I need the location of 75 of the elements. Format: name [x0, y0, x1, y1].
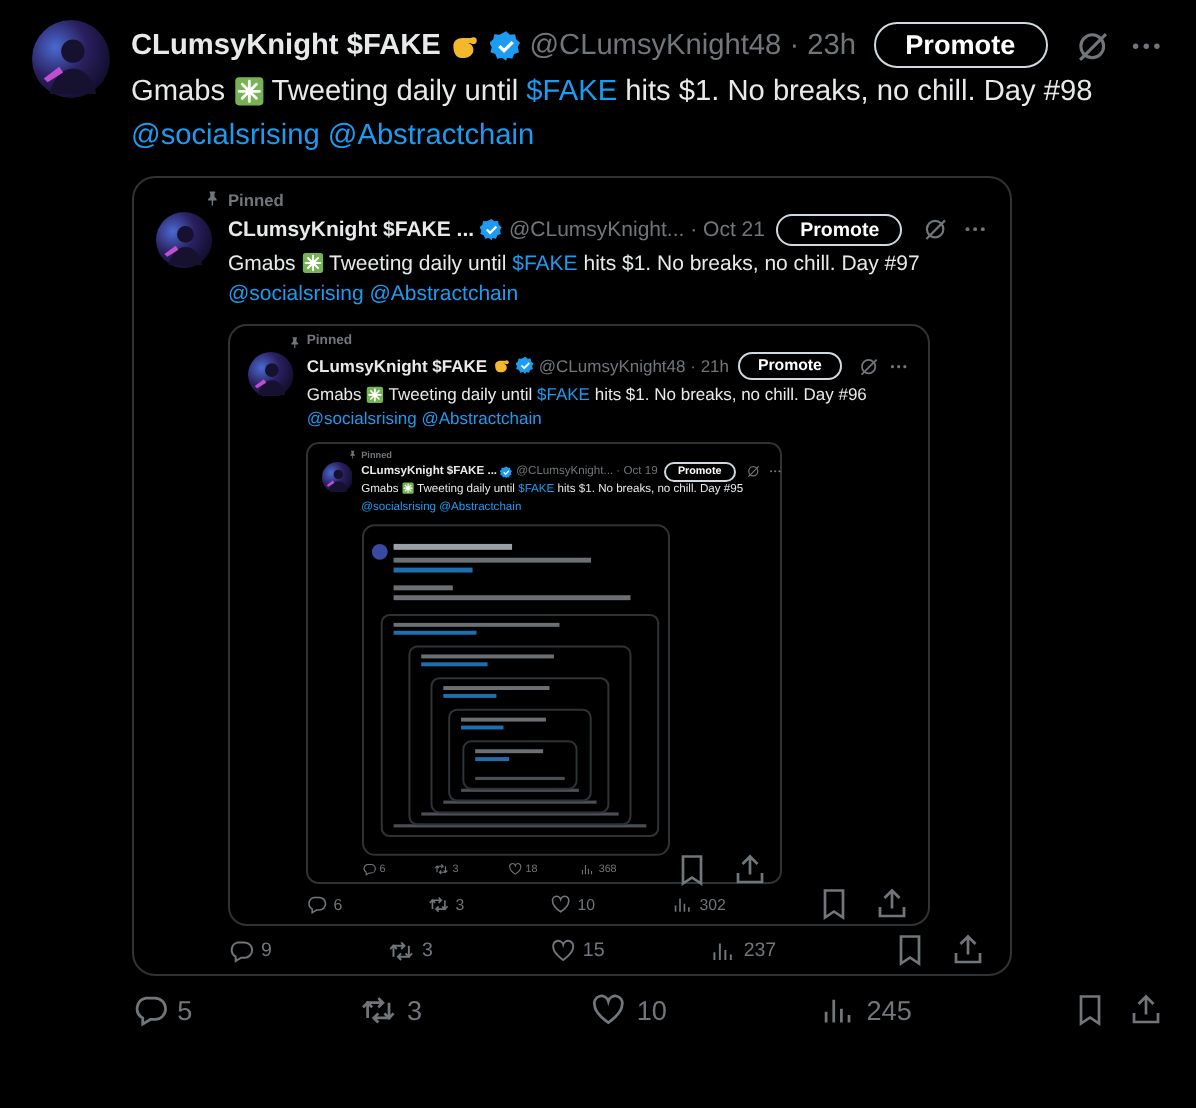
promote-button[interactable]: Promote [873, 22, 1048, 68]
slashed-circle-icon[interactable] [857, 355, 879, 377]
quoted-tweet-card[interactable] [227, 324, 930, 926]
reply-icon [131, 992, 168, 1030]
cashtag-link[interactable]: $FAKE [537, 384, 590, 405]
mention-link[interactable]: @Abstractchain [327, 115, 535, 158]
pin-icon [348, 450, 358, 460]
share-button[interactable] [1128, 992, 1165, 1029]
promote-button[interactable]: Promote [776, 213, 903, 247]
tweet-text: Gmabs Tweeting daily until $FAKE hits $1. No breaks, no chill. Day #97 [227, 249, 922, 280]
share-button[interactable] [732, 851, 769, 888]
sparkle-icon [301, 251, 324, 274]
reply-icon [227, 937, 255, 964]
mention-link[interactable]: @Abstractchain [369, 280, 519, 311]
bar-chart-icon [710, 937, 737, 964]
slashed-circle-icon[interactable] [746, 464, 761, 479]
verified-badge-icon [480, 218, 504, 242]
mention-link[interactable]: @socialsrising [227, 280, 364, 311]
repost-icon [428, 894, 451, 916]
author-name[interactable]: CLumsyKnight $FAKE ... [227, 218, 475, 243]
bar-chart-icon [580, 862, 595, 878]
slashed-circle-icon[interactable] [1074, 27, 1112, 64]
share-button[interactable] [873, 886, 910, 923]
sparkle-icon [366, 385, 385, 404]
post-time[interactable]: · 23h [789, 29, 857, 62]
verified-badge-icon [489, 29, 522, 62]
avatar[interactable] [156, 212, 213, 269]
share-button[interactable] [949, 932, 986, 969]
author-name[interactable]: CLumsyKnight $FAKE [131, 29, 441, 62]
repost-icon [434, 862, 449, 878]
repost-button[interactable]: 3 [360, 992, 423, 1030]
reply-button[interactable]: 5 [131, 992, 193, 1030]
tweet-text: Gmabs Tweeting daily until $FAKE hits $1. No breaks, no chill. Day #98 [131, 73, 1095, 113]
views-button[interactable]: 245 [820, 992, 912, 1030]
share-icon [949, 932, 986, 969]
heart-icon [507, 862, 522, 878]
verified-badge-icon [515, 356, 535, 376]
reply-button[interactable]: 9 [227, 937, 272, 964]
mention-link[interactable]: @Abstractchain [421, 406, 542, 432]
reply-icon [306, 894, 329, 916]
author-handle[interactable]: @CLumsyKnight... [508, 218, 685, 243]
pinned-label: Pinned [227, 189, 284, 210]
sparkle-icon [401, 482, 414, 495]
like-button[interactable]: 10 [590, 992, 667, 1030]
heart-icon [549, 937, 576, 964]
cashtag-link[interactable]: $FAKE [512, 251, 578, 276]
heart-icon [590, 992, 628, 1030]
heart-icon [550, 894, 572, 916]
slashed-circle-icon[interactable] [922, 216, 949, 244]
pin-icon [288, 335, 302, 349]
cashtag-link[interactable]: $FAKE [526, 76, 618, 109]
quoted-tweet-card[interactable] [131, 176, 1012, 976]
tweet-text: Gmabs Tweeting daily until $FAKE hits $1. No breaks, no chill. Day #96 [306, 382, 869, 407]
author-handle[interactable]: @CLumsyKnight48 [529, 29, 782, 62]
avatar[interactable] [31, 20, 110, 99]
bar-chart-icon [672, 894, 694, 916]
views-button[interactable]: 237 [710, 937, 777, 964]
author-handle[interactable]: @CLumsyKnight48 [538, 355, 686, 376]
avatar[interactable] [248, 351, 294, 397]
mention-link[interactable]: @socialsrising [131, 115, 320, 158]
reply-icon [361, 862, 376, 878]
sparkle-icon [233, 75, 264, 107]
share-icon [732, 851, 769, 888]
repost-icon [388, 937, 416, 964]
mention-link[interactable]: @socialsrising [306, 406, 417, 432]
repost-button[interactable]: 3 [388, 937, 433, 964]
like-button[interactable]: 15 [549, 937, 605, 964]
post-time[interactable]: · Oct 21 [690, 218, 765, 243]
avatar[interactable] [321, 461, 353, 493]
share-icon [873, 886, 910, 923]
pin-icon [204, 190, 222, 208]
post-time[interactable]: · 21h [690, 355, 729, 376]
share-icon [1128, 992, 1165, 1029]
author-name[interactable]: CLumsyKnight $FAKE [306, 355, 488, 376]
verified-badge-icon [500, 465, 514, 479]
